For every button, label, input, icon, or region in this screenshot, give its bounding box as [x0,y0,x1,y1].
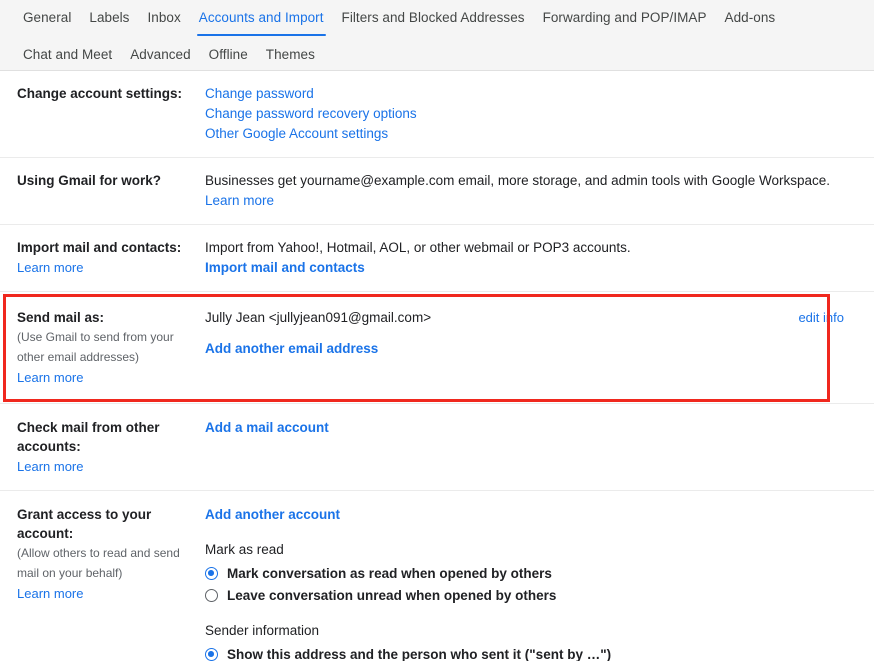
gmail-for-work-description: Businesses get yourname@example.com emai… [205,173,831,188]
send-mail-as-learn-more-link[interactable]: Learn more [17,368,83,387]
tab-accounts-and-import[interactable]: Accounts and Import [190,4,333,36]
change-password-link[interactable]: Change password [205,84,866,104]
tab-advanced[interactable]: Advanced [121,41,199,73]
send-mail-as-label: Send mail as: [17,310,105,325]
change-password-recovery-options-link[interactable]: Change password recovery options [205,104,866,124]
tab-row-secondary: Chat and Meet Advanced Offline Themes [0,36,874,72]
check-mail-learn-more-link[interactable]: Learn more [17,457,83,476]
tab-filters-and-blocked-addresses[interactable]: Filters and Blocked Addresses [333,4,534,36]
tab-row-primary: General Labels Inbox Accounts and Import… [0,0,874,36]
radio-label-show-address-and-person: Show this address and the person who sen… [227,647,612,661]
edit-info-link[interactable]: edit info [798,308,866,328]
radio-label-mark-conversation-as-read: Mark conversation as read when opened by… [227,566,552,581]
section-change-account-settings: Change account settings: Change password… [0,71,874,158]
import-mail-and-contacts-action-link[interactable]: Import mail and contacts [205,258,365,278]
add-another-account-link[interactable]: Add another account [205,505,340,525]
change-account-settings-body: Change password Change password recovery… [205,84,866,144]
section-import-mail-and-contacts: Import mail and contacts: Learn more Imp… [0,225,874,292]
add-a-mail-account-link[interactable]: Add a mail account [205,418,329,438]
grant-access-label-col: Grant access to your account: (Allow oth… [17,505,205,603]
import-mail-label-col: Import mail and contacts: Learn more [17,238,205,277]
grant-access-label-line1: Grant access to your [17,507,152,522]
tab-add-ons[interactable]: Add-ons [716,4,785,36]
tab-chat-and-meet[interactable]: Chat and Meet [14,41,121,73]
check-mail-label-line2: accounts: [17,439,81,454]
add-another-email-address-link[interactable]: Add another email address [205,339,378,359]
radio-row-mark-conversation-as-read[interactable]: Mark conversation as read when opened by… [205,563,866,584]
send-mail-as-sublabel-line2: other email addresses) [17,350,140,364]
radio-button-leave-conversation-unread[interactable] [205,589,218,602]
tab-offline[interactable]: Offline [200,41,257,73]
check-mail-label-line1: Check mail from other [17,420,160,435]
send-mail-as-label-col: Send mail as: (Use Gmail to send from yo… [17,308,205,387]
section-check-mail-from-other-accounts: Check mail from other accounts: Learn mo… [0,404,874,491]
grant-access-sublabel-line2: mail on your behalf) [17,566,123,580]
change-account-settings-label: Change account settings: [17,86,183,101]
using-gmail-for-work-label: Using Gmail for work? [17,173,162,188]
grant-access-label-line2: account: [17,526,74,541]
mark-as-read-group-title: Mark as read [205,542,284,557]
section-using-gmail-for-work: Using Gmail for work? Businesses get you… [0,158,874,225]
radio-button-mark-conversation-as-read[interactable] [205,567,218,580]
radio-row-show-address-and-person[interactable]: Show this address and the person who sen… [205,644,866,661]
using-gmail-for-work-body: Businesses get yourname@example.com emai… [205,171,866,211]
send-mail-as-body: Jully Jean <jullyjean091@gmail.com> edit… [205,308,866,359]
check-mail-label-col: Check mail from other accounts: Learn mo… [17,418,205,476]
tab-forwarding-and-pop-imap[interactable]: Forwarding and POP/IMAP [534,4,716,36]
import-mail-learn-more-link[interactable]: Learn more [17,258,83,277]
using-gmail-for-work-label-col: Using Gmail for work? [17,171,205,190]
sender-information-group-title: Sender information [205,623,320,638]
gmail-for-work-learn-more-link[interactable]: Learn more [205,191,866,211]
import-mail-body: Import from Yahoo!, Hotmail, AOL, or oth… [205,238,866,278]
other-google-account-settings-link[interactable]: Other Google Account settings [205,124,866,144]
settings-content: Change account settings: Change password… [0,71,874,661]
section-send-mail-as: Send mail as: (Use Gmail to send from yo… [0,292,874,404]
settings-tab-bar: General Labels Inbox Accounts and Import… [0,0,874,71]
tab-themes[interactable]: Themes [257,41,324,73]
tab-labels[interactable]: Labels [80,4,138,36]
send-mail-as-sublabel-line1: (Use Gmail to send from your [17,330,174,344]
import-mail-description: Import from Yahoo!, Hotmail, AOL, or oth… [205,240,631,255]
radio-row-leave-conversation-unread[interactable]: Leave conversation unread when opened by… [205,585,866,606]
grant-access-sublabel-line1: (Allow others to read and send [17,546,180,560]
grant-access-learn-more-link[interactable]: Learn more [17,584,83,603]
section-grant-access-to-your-account: Grant access to your account: (Allow oth… [0,491,874,661]
radio-button-show-address-and-person[interactable] [205,648,218,661]
radio-label-leave-conversation-unread: Leave conversation unread when opened by… [227,588,557,603]
gmail-settings-page: General Labels Inbox Accounts and Import… [0,0,874,661]
tab-inbox[interactable]: Inbox [138,4,189,36]
send-mail-as-address: Jully Jean <jullyjean091@gmail.com> [205,310,432,325]
import-mail-and-contacts-label: Import mail and contacts: [17,240,182,255]
send-mail-as-address-row: Jully Jean <jullyjean091@gmail.com> edit… [205,308,866,328]
send-mail-as-highlight-wrapper: Send mail as: (Use Gmail to send from yo… [0,292,874,404]
check-mail-body: Add a mail account [205,418,866,438]
change-account-settings-label-col: Change account settings: [17,84,205,103]
grant-access-body: Add another account Mark as read Mark co… [205,505,866,661]
tab-general[interactable]: General [14,4,80,36]
